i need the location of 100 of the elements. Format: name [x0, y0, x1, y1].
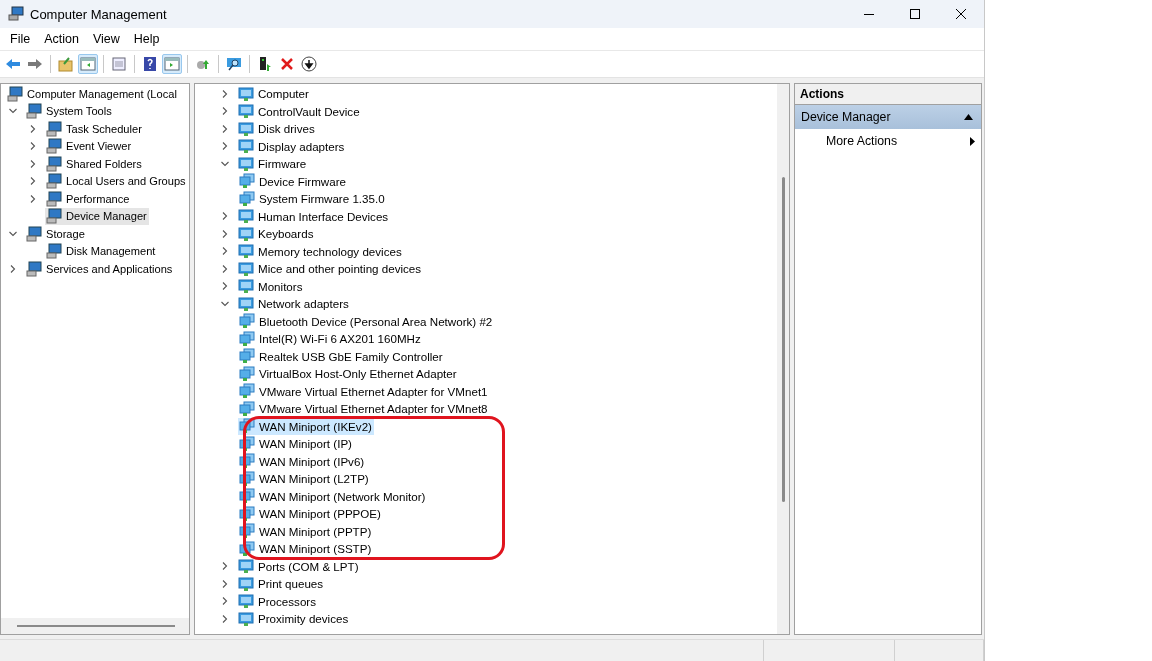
tree-item[interactable]: Device Manager [45, 207, 149, 225]
tree-item[interactable]: Shared Folders [45, 155, 144, 173]
tree-item[interactable]: Network adapters [237, 295, 351, 313]
network-adapter-icon [239, 470, 255, 487]
tree-item[interactable]: Monitors [237, 277, 305, 295]
tree-item[interactable]: Ports (COM & LPT) [237, 557, 361, 575]
network-adapter-icon [239, 435, 255, 452]
tree-item[interactable]: Disk Management [45, 242, 158, 260]
tree-item[interactable]: Processors [237, 592, 318, 610]
computer-icon [46, 155, 62, 172]
tree-item[interactable]: Mice and other pointing devices [237, 260, 424, 278]
expand-chevron-icon[interactable] [29, 124, 37, 133]
tree-item[interactable]: Local Users and Groups [45, 172, 188, 190]
network-adapter-icon [239, 365, 255, 382]
tree-item[interactable]: Storage [25, 225, 87, 243]
expand-chevron-icon[interactable] [221, 229, 229, 238]
tree-item[interactable]: Event Viewer [45, 137, 134, 155]
tree-item[interactable]: System Tools [25, 102, 114, 120]
expand-chevron-icon[interactable] [221, 282, 229, 291]
action-item[interactable]: More Actions [795, 129, 981, 153]
monitor-icon [238, 243, 254, 260]
network-adapter-icon [239, 453, 255, 470]
collapse-chevron-icon[interactable] [9, 229, 17, 238]
tree-item[interactable]: VirtualBox Host-Only Ethernet Adapter [238, 365, 459, 383]
section-label: Device Manager [801, 110, 891, 124]
expand-chevron-icon[interactable] [221, 562, 229, 571]
computer-icon [46, 120, 62, 137]
expand-chevron-icon[interactable] [29, 159, 37, 168]
tree-item[interactable]: Performance [45, 190, 132, 208]
computer-icon [26, 225, 42, 242]
tree-item[interactable]: Firmware [237, 155, 309, 173]
window-title: Computer Management [30, 6, 168, 22]
forward-arrow-icon [27, 56, 43, 72]
tree-item[interactable]: Services and Applications [25, 260, 175, 278]
monitor-icon [238, 278, 254, 295]
expand-chevron-icon[interactable] [9, 264, 17, 273]
tree-item[interactable]: WAN Miniport (PPPOE) [238, 505, 383, 523]
tree-item[interactable]: Display adapters [237, 137, 347, 155]
scrollbar-thumb[interactable] [781, 177, 785, 502]
tree-item[interactable]: WAN Miniport (IPv6) [238, 452, 367, 470]
scrollbar-thumb[interactable] [17, 625, 175, 627]
collapse-chevron-icon[interactable] [221, 299, 229, 308]
tree-item[interactable]: WAN Miniport (IP) [238, 435, 354, 453]
tree-item[interactable]: Realtek USB GbE Family Controller [238, 347, 445, 365]
tree-item[interactable]: WAN Miniport (Network Monitor) [238, 487, 428, 505]
expand-chevron-icon[interactable] [221, 597, 229, 606]
tree-item[interactable]: Device Firmware [238, 172, 348, 190]
network-adapter-icon [239, 173, 255, 190]
menu-item[interactable]: File [4, 30, 37, 48]
monitor-icon [238, 208, 254, 225]
expand-chevron-icon[interactable] [221, 247, 229, 256]
tree-item[interactable]: Keyboards [237, 225, 316, 243]
close-icon [956, 9, 966, 19]
monitor-icon [238, 85, 254, 102]
menu-item[interactable]: View [86, 30, 126, 48]
tree-item[interactable]: System Firmware 1.35.0 [238, 190, 387, 208]
tree-item[interactable]: Disk drives [237, 120, 317, 138]
computer-icon [7, 85, 23, 102]
tree-item[interactable]: Intel(R) Wi-Fi 6 AX201 160MHz [238, 330, 423, 348]
expand-chevron-icon[interactable] [221, 107, 229, 116]
tree-item[interactable]: Bluetooth Device (Personal Area Network) #2 [238, 312, 495, 330]
tree-item[interactable]: VMware Virtual Ethernet Adapter for VMnet1 [238, 382, 490, 400]
tree-item[interactable]: Human Interface Devices [237, 207, 391, 225]
tree-item[interactable]: WAN Miniport (SSTP) [238, 540, 374, 558]
tree-item[interactable]: WAN Miniport (PPTP) [238, 522, 374, 540]
expand-chevron-icon[interactable] [221, 212, 229, 221]
tree-item[interactable]: Task Scheduler [45, 120, 144, 138]
toolbar-button[interactable] [299, 54, 319, 74]
tree-item[interactable]: Print queues [237, 575, 326, 593]
vertical-scrollbar[interactable] [777, 84, 789, 634]
action-label: More Actions [826, 134, 898, 148]
expand-chevron-icon[interactable] [221, 124, 229, 133]
tree-item[interactable]: WAN Miniport (L2TP) [238, 470, 371, 488]
expand-chevron-icon[interactable] [29, 142, 37, 151]
expand-chevron-icon[interactable] [29, 194, 37, 203]
collapse-triangle-icon[interactable] [964, 114, 973, 120]
expand-chevron-icon[interactable] [221, 264, 229, 273]
maximize-icon [910, 9, 920, 19]
tree-item[interactable]: Proximity devices [237, 610, 351, 628]
tree-item[interactable]: Computer [237, 85, 311, 103]
collapse-chevron-icon[interactable] [9, 107, 17, 116]
horizontal-scrollbar[interactable] [1, 618, 189, 634]
tree-item[interactable]: ControlVault Device [237, 102, 362, 120]
menu-item[interactable]: Action [38, 30, 85, 48]
expand-chevron-icon[interactable] [221, 142, 229, 151]
pane-icon [80, 56, 96, 72]
tree-item[interactable]: Memory technology devices [237, 242, 404, 260]
tree-item[interactable]: Computer Management (Local [6, 85, 179, 103]
tree-item[interactable]: VMware Virtual Ethernet Adapter for VMnet8 [238, 400, 490, 418]
network-adapter-icon [239, 488, 255, 505]
actions-section-header[interactable]: Device Manager [795, 105, 981, 129]
collapse-chevron-icon[interactable] [221, 159, 229, 168]
computer-icon [8, 6, 24, 22]
expand-chevron-icon[interactable] [221, 614, 229, 623]
menu-item[interactable]: Help [127, 30, 166, 48]
expand-chevron-icon[interactable] [221, 579, 229, 588]
expand-chevron-icon[interactable] [29, 177, 37, 186]
expand-chevron-icon[interactable] [221, 89, 229, 98]
network-adapter-icon [239, 330, 255, 347]
monitor-icon [238, 260, 254, 277]
